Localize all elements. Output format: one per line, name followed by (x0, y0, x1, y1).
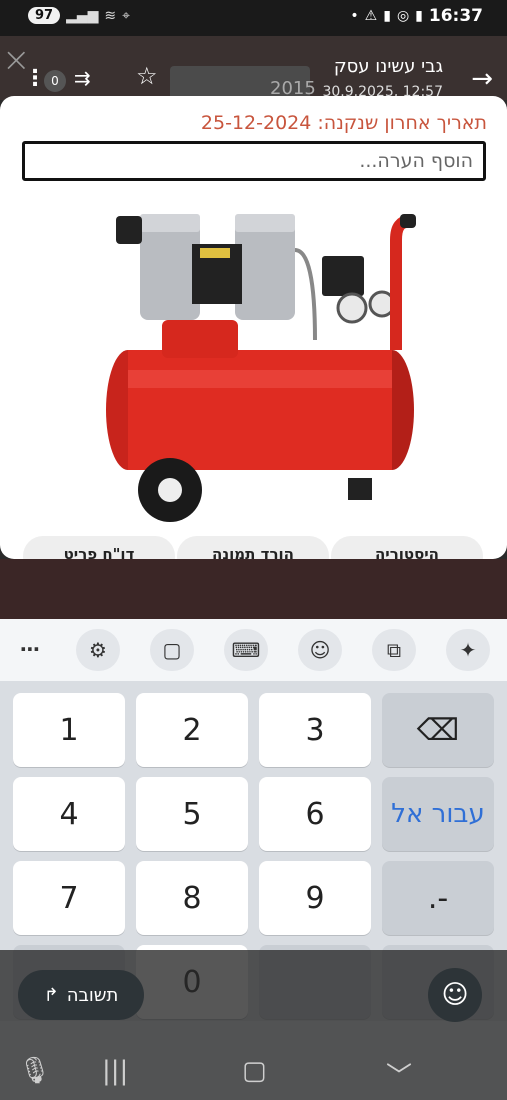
status-right: • ⚠ ▮ ◎ ▮ 16:37 (350, 6, 483, 26)
sim-icon: ▮ (383, 8, 391, 24)
punctuation-key[interactable]: .- (382, 861, 494, 935)
star-icon[interactable]: ☆ (136, 62, 158, 90)
download-image-button[interactable]: הורד תמונה (177, 536, 329, 559)
last-purchase-date: תאריך אחרון שנקנה: 25-12-2024 (200, 112, 487, 134)
product-image (106, 214, 416, 522)
reply-button[interactable]: תשובה ↱ (18, 970, 144, 1020)
signal-icon: ▂▄▆ (66, 7, 99, 24)
product-modal: תאריך אחרון שנקנה: 25-12-2024 הוסף הערה.… (0, 96, 507, 559)
more-icon[interactable]: ⋯ (20, 637, 40, 661)
history-button[interactable]: היסטוריה (331, 536, 483, 559)
home-icon[interactable]: ▢ (242, 1056, 267, 1086)
battery-icon: ▮ (415, 8, 423, 24)
chat-title[interactable]: גבי עשינו עסק (334, 56, 443, 77)
key-7[interactable]: 7 (13, 861, 125, 935)
key-1[interactable]: 1 (13, 693, 125, 767)
location-icon: ⌖ (122, 7, 131, 24)
clock: 16:37 (428, 6, 483, 26)
key-4[interactable]: 4 (13, 777, 125, 851)
emoji-react-icon[interactable]: ☺ (428, 968, 482, 1022)
key-6[interactable]: 6 (259, 777, 371, 851)
background-content (0, 559, 507, 619)
wifi-icon: ≋ (104, 7, 117, 24)
sparkle-icon[interactable]: ✦ (446, 629, 490, 671)
dot-icon: • (350, 8, 359, 24)
key-5[interactable]: 5 (136, 777, 248, 851)
back-nav-icon[interactable]: ﹀ (386, 1056, 412, 1093)
go-to-key[interactable]: עבור אל (382, 777, 494, 851)
reply-label: תשובה (66, 984, 119, 1006)
keyboard-toolbar: ⋯ ⚙ ▢ ⌨ ☺ ⧉ ✦ (0, 619, 507, 681)
keyboard-icon[interactable]: ⌨ (224, 629, 268, 671)
forward-icon[interactable]: ⇉ (74, 66, 91, 90)
key-8[interactable]: 8 (136, 861, 248, 935)
back-arrow-icon[interactable]: → (471, 64, 493, 94)
reply-arrow-icon: ↱ (43, 984, 59, 1006)
whatsapp-icon: ◎ (396, 8, 410, 24)
more-menu-icon[interactable]: ⋮ (24, 66, 46, 91)
settings-icon[interactable]: ⚙ (76, 629, 120, 671)
mic-icon[interactable]: 🎙 (18, 1056, 51, 1086)
emoji-icon[interactable]: ☺ (298, 629, 342, 671)
modal-action-row: היסטוריה הורד תמונה דו"ח פריט (0, 536, 507, 559)
key-3[interactable]: 3 (259, 693, 371, 767)
status-bar: 97 ▂▄▆ ≋ ⌖ • ⚠ ▮ ◎ ▮ 16:37 (0, 0, 507, 36)
screen: 97 ▂▄▆ ≋ ⌖ • ⚠ ▮ ◎ ▮ 16:37 × → גבי עשינו… (0, 0, 507, 1100)
system-nav-bar: 🎙 ||| ▢ ﹀ (0, 1046, 507, 1100)
warning-icon: ⚠ (364, 8, 378, 24)
note-input[interactable] (22, 141, 486, 181)
clipboard-icon[interactable]: ▢ (150, 629, 194, 671)
battery-level: 97 (28, 7, 61, 24)
item-report-button[interactable]: דו"ח פריט (23, 536, 175, 559)
recent-apps-icon[interactable]: ||| (102, 1056, 128, 1086)
backspace-key[interactable]: ⌫ (382, 693, 494, 767)
count-badge: 0 (44, 70, 66, 92)
status-left: 97 ▂▄▆ ≋ ⌖ (28, 7, 130, 24)
translate-icon[interactable]: ⧉ (372, 629, 416, 671)
key-2[interactable]: 2 (136, 693, 248, 767)
key-9[interactable]: 9 (259, 861, 371, 935)
